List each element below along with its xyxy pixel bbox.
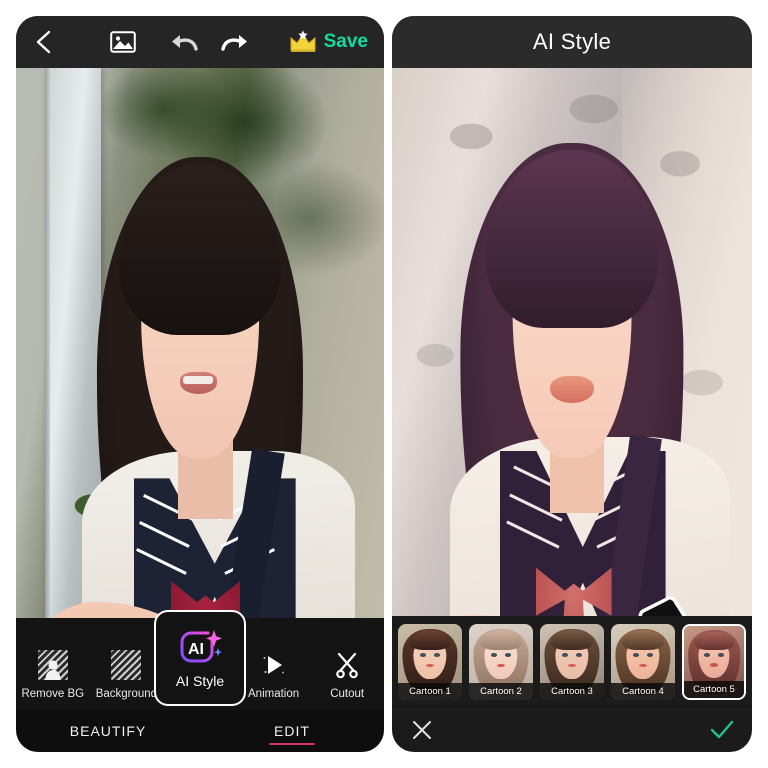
thumb-label: Cartoon 1 xyxy=(398,683,462,700)
mode-tabs: BEAUTIFY EDIT xyxy=(16,710,384,752)
style-thumbnail-strip[interactable]: Cartoon 1 Cartoon 2 Cartoon 3 Cartoon 4 … xyxy=(392,616,752,706)
ai-style-panel-right: AI Style Cartoon 1 Cartoon 2 Cartoon 3 C… xyxy=(392,16,752,752)
cancel-button[interactable] xyxy=(408,716,436,744)
stylized-subject-lips xyxy=(550,375,594,404)
play-triangle-icon xyxy=(258,649,290,681)
style-thumb-cartoon-3[interactable]: Cartoon 3 xyxy=(540,624,604,700)
thumb-label: Cartoon 2 xyxy=(469,683,533,700)
confirm-bar xyxy=(392,706,752,752)
save-button[interactable]: Save xyxy=(324,31,368,53)
ai-sparkle-icon: AI xyxy=(177,628,223,668)
tool-label: Background xyxy=(95,688,158,700)
thumb-label: Cartoon 3 xyxy=(540,683,604,700)
style-thumb-cartoon-1[interactable]: Cartoon 1 xyxy=(398,624,462,700)
undo-arrow-icon xyxy=(171,35,198,51)
editor-topbar: Save xyxy=(16,16,384,68)
style-thumb-cartoon-4[interactable]: Cartoon 4 xyxy=(611,624,675,700)
thumb-label: Cartoon 4 xyxy=(611,683,675,700)
svg-text:AI: AI xyxy=(188,641,204,658)
image-picker-icon xyxy=(109,31,136,53)
page-title: AI Style xyxy=(532,29,612,54)
redo-arrow-icon xyxy=(221,35,247,51)
ai-style-bottom-bar: Cartoon 1 Cartoon 2 Cartoon 3 Cartoon 4 … xyxy=(392,616,752,752)
tab-edit[interactable]: EDIT xyxy=(200,710,384,752)
confirm-button[interactable] xyxy=(708,716,736,744)
tool-label: Remove BG xyxy=(21,688,85,700)
background-pattern-icon xyxy=(110,649,142,681)
chevron-left-icon xyxy=(36,30,50,54)
thumb-label: Cartoon 5 xyxy=(684,681,744,698)
ai-style-topbar: AI Style xyxy=(392,16,752,68)
tool-label: Cutout xyxy=(330,688,365,700)
remove-background-icon xyxy=(37,649,69,681)
screenshot-stage: Save Remove BG Background Animation Cuto… xyxy=(0,0,768,768)
check-mark-icon xyxy=(710,720,734,738)
person-silhouette-icon xyxy=(45,660,61,680)
ai-style-label: AI Style xyxy=(175,672,225,689)
undo-button[interactable] xyxy=(164,16,203,68)
back-button[interactable] xyxy=(20,16,65,68)
editor-bottom-bar: Remove BG Background x xyxy=(16,610,384,752)
tool-background[interactable]: Background xyxy=(90,649,164,700)
tab-beautify[interactable]: BEAUTIFY xyxy=(16,710,200,752)
tool-label: Animation xyxy=(248,688,300,700)
style-thumb-cartoon-2[interactable]: Cartoon 2 xyxy=(469,624,533,700)
tool-ai-style[interactable]: AI AI Style xyxy=(154,610,246,706)
tool-remove-bg[interactable]: Remove BG xyxy=(16,649,90,700)
photo-subject-teeth xyxy=(183,375,213,384)
pro-upgrade-button[interactable] xyxy=(283,16,324,68)
tool-animation[interactable]: Animation xyxy=(237,649,311,700)
style-thumb-cartoon-5[interactable]: Cartoon 5 xyxy=(682,624,746,700)
redo-button[interactable] xyxy=(215,16,254,68)
close-x-icon xyxy=(413,720,431,739)
crown-icon xyxy=(290,30,316,52)
tool-row: Remove BG Background x xyxy=(16,610,384,710)
scissors-icon xyxy=(331,649,363,681)
tool-cutout[interactable]: Cutout xyxy=(310,649,384,700)
editor-panel-left: Save Remove BG Background Animation Cuto… xyxy=(16,16,384,752)
photo-picker-button[interactable] xyxy=(103,16,142,68)
